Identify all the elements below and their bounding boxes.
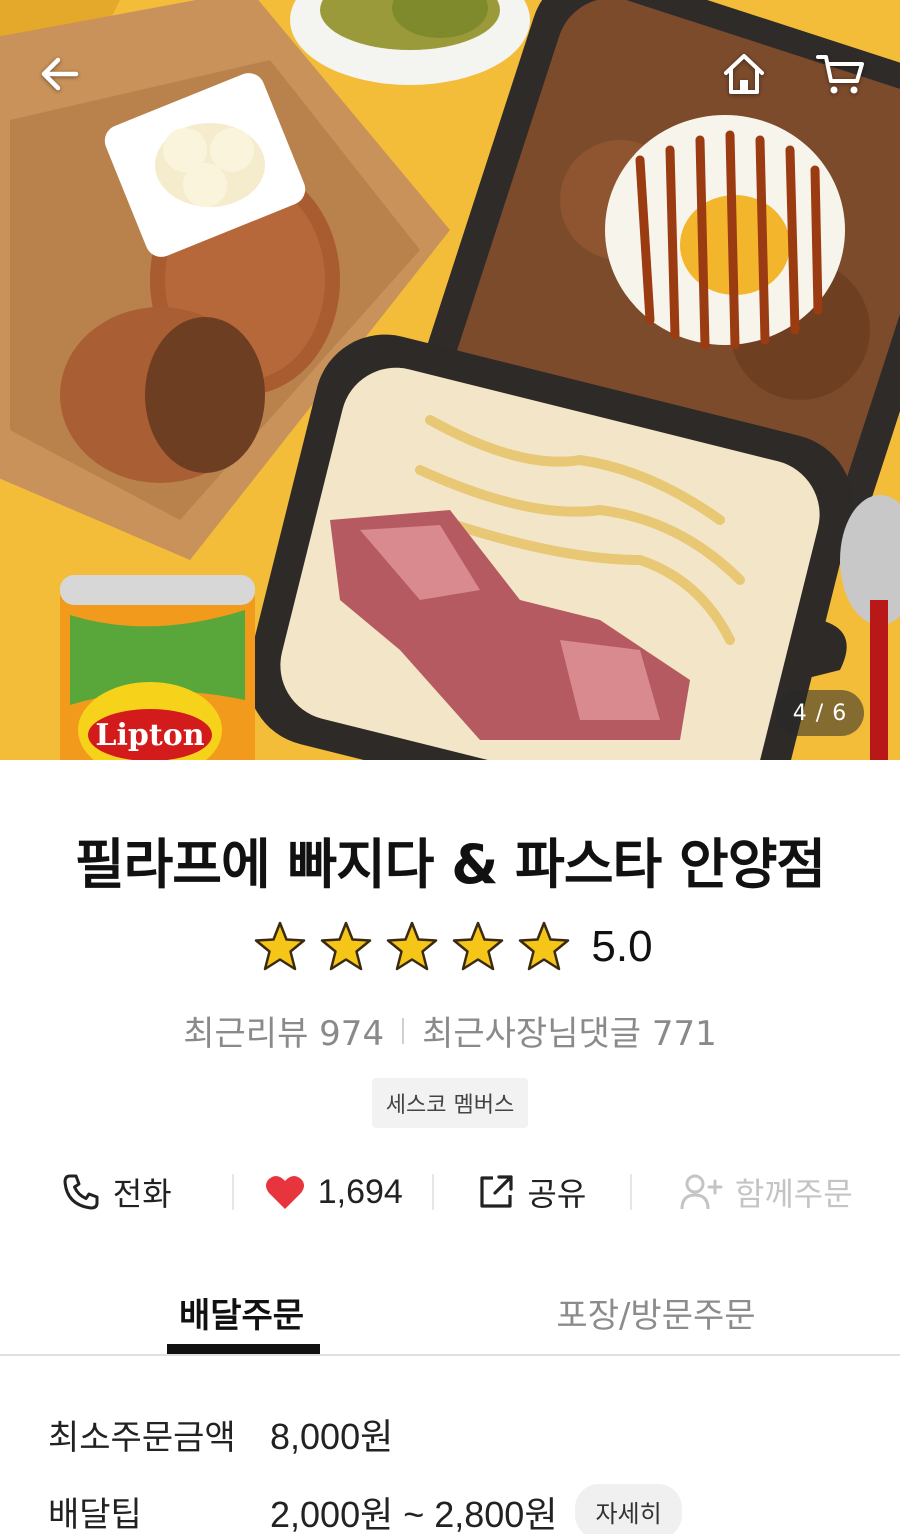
like-count: 1,694 [317,1172,403,1211]
food-photo: Lipton [0,0,900,760]
add-person-icon [680,1174,723,1210]
group-order-label: 함께주문 [734,1175,853,1213]
home-icon [724,54,764,94]
delivery-tip-label: 배달팁 [48,1495,142,1534]
tab-pickup[interactable]: 포장/방문주문 [487,1270,825,1354]
star-icon [453,921,504,971]
arrow-left-icon [41,57,79,91]
star-icon [255,921,306,971]
phone-icon [63,1174,99,1210]
star-rating [247,920,577,974]
star-icon [321,921,372,971]
delivery-tip-row: 배달팁 2,000원 ~ 2,800원 자세히 [48,1484,682,1534]
call-button[interactable]: 전화 [0,1160,232,1224]
share-icon [480,1175,513,1208]
cart-icon [816,55,864,94]
review-stats: 최근리뷰 974 최근사장님댓글 771 [0,1006,900,1055]
cesco-badge: 세스코 멤버스 [371,1078,529,1128]
share-label: 공유 [527,1175,587,1213]
like-button[interactable]: 1,694 [234,1160,432,1224]
back-button[interactable] [30,44,90,104]
tab-pickup-label: 포장/방문주문 [556,1295,756,1336]
image-counter: 4 / 6 [776,690,864,736]
active-tab-indicator [167,1344,320,1354]
cart-button[interactable] [810,44,870,104]
order-type-tabs: 배달주문 포장/방문주문 [0,1270,900,1356]
min-order-label: 최소주문금액 [48,1417,236,1458]
star-icon [387,921,438,971]
tab-delivery[interactable]: 배달주문 [0,1270,487,1354]
share-button[interactable]: 공유 [434,1160,630,1224]
min-order-row: 최소주문금액 8,000원 [48,1408,393,1460]
delivery-tip-value: 2,000원 ~ 2,800원 [270,1493,558,1534]
min-order-value: 8,000원 [270,1416,394,1457]
tab-delivery-label: 배달주문 [178,1295,305,1336]
store-actions: 전화 1,694 공유 함께주문 [0,1160,900,1224]
rating-value: 5.0 [591,922,653,971]
heart-icon [265,1175,304,1209]
store-name: 필라프에 빠지다 & 파스타 안양점 [74,833,826,896]
group-order-button[interactable]: 함께주문 [632,1160,900,1224]
divider [402,1017,405,1044]
can-label: Lipton [95,718,204,753]
owner-reply-count[interactable]: 최근사장님댓글 771 [422,1006,717,1055]
recent-review-count[interactable]: 최근리뷰 974 [183,1006,384,1055]
rating-row: 5.0 [0,920,900,974]
home-button[interactable] [714,44,774,104]
star-icon [519,921,570,971]
call-label: 전화 [112,1175,172,1213]
delivery-tip-detail-button[interactable]: 자세히 [575,1484,682,1534]
store-hero-image[interactable]: Lipton 4 / 6 [0,0,900,760]
